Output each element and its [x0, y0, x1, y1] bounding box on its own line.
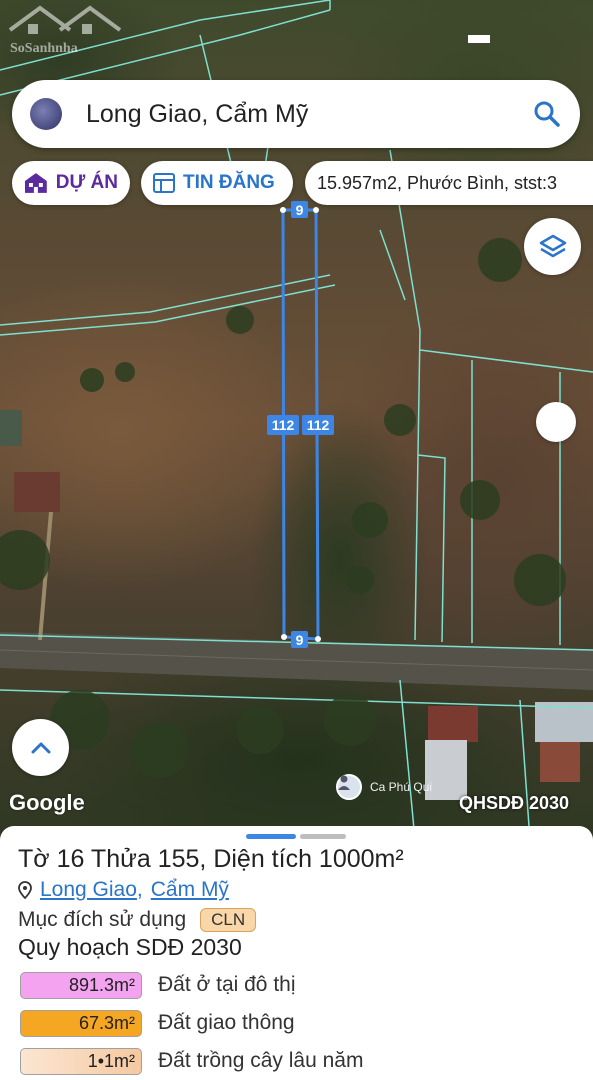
chevron-up-icon [31, 742, 50, 753]
sheet-number: 16 [56, 845, 85, 873]
watermark-logo: SoSanhnha [8, 5, 122, 56]
parcel-area: 1000m² [318, 845, 404, 873]
zoning-row: 67.3m² Đất giao thông [20, 1004, 363, 1042]
contributor-avatar [336, 774, 362, 800]
svg-text:SoSanhnha: SoSanhnha [10, 41, 78, 56]
purpose-label: Mục đích sử dụng [18, 908, 187, 931]
zoning-row: 1•1m² Đất trồng cây lâu năm [20, 1042, 363, 1080]
listing-info-chip[interactable]: 15.957m2, Phước Bình, stst:3 [305, 161, 593, 205]
district-link[interactable]: Cẩm Mỹ [151, 878, 229, 902]
tin-dang-chip[interactable]: TIN ĐĂNG [141, 161, 293, 205]
plan-title: Quy hoạch SDĐ 2030 [18, 934, 242, 960]
layers-icon [539, 234, 566, 257]
planning-layer-label: QHSDĐ 2030 [459, 793, 570, 813]
search-bar[interactable]: Long Giao, Cẩm Mỹ [12, 80, 580, 148]
building-icon [24, 173, 47, 193]
parcel-title: Tờ 16 Thửa 155, Diện tích 1000m² [18, 845, 404, 873]
listing-info-text: 15.957m2, Phước Bình, stst:3 [317, 172, 557, 193]
search-input[interactable]: Long Giao, Cẩm Mỹ [86, 100, 532, 129]
land-use-purpose: Mục đích sử dụng CLN [18, 908, 257, 932]
zoning-row: 891.3m² Đất ở tại đô thị [20, 966, 363, 1004]
sheet-handle[interactable] [246, 834, 346, 839]
zoning-label: Đất ở tại đô thị [158, 973, 296, 996]
zoning-list: 891.3m² Đất ở tại đô thị 67.3m² Đất giao… [20, 966, 363, 1080]
zoning-area-swatch: 67.3m² [20, 1009, 142, 1037]
measure-label-bottom: 9 [291, 631, 308, 648]
avatar[interactable] [30, 98, 62, 130]
contributor-name: Ca Phú Qui [370, 780, 433, 794]
search-icon[interactable] [532, 99, 562, 129]
side-handle-button[interactable] [536, 402, 576, 442]
zoning-area-swatch: 1•1m² [20, 1047, 142, 1075]
parcel-address: Long Giao, Cẩm Mỹ [18, 878, 229, 902]
zoning-area-swatch: 891.3m² [20, 971, 142, 999]
ward-link[interactable]: Long Giao [40, 878, 137, 902]
measure-label-right: 112 [302, 415, 334, 435]
expand-button[interactable] [12, 719, 69, 776]
measure-label-top: 9 [291, 201, 308, 218]
parcel-number: 155 [157, 845, 200, 873]
measure-label-left: 112 [267, 415, 299, 435]
zoning-label: Đất trồng cây lâu năm [158, 1049, 364, 1072]
du-an-label: DỰ ÁN [55, 172, 118, 193]
purpose-code-badge: CLN [200, 908, 257, 932]
zoning-label: Đất giao thông [158, 1011, 295, 1034]
layers-button[interactable] [524, 218, 581, 275]
location-pin-icon [18, 881, 32, 899]
tin-dang-label: TIN ĐĂNG [183, 172, 275, 193]
google-logo: Google [9, 790, 85, 815]
listing-icon [153, 173, 175, 193]
building [14, 472, 60, 512]
du-an-chip[interactable]: DỰ ÁN [12, 161, 130, 205]
contributor-badge[interactable]: Ca Phú Qui [336, 774, 432, 800]
parcel-info-sheet[interactable]: Tờ 16 Thửa 155, Diện tích 1000m² Long Gi… [0, 826, 593, 1080]
